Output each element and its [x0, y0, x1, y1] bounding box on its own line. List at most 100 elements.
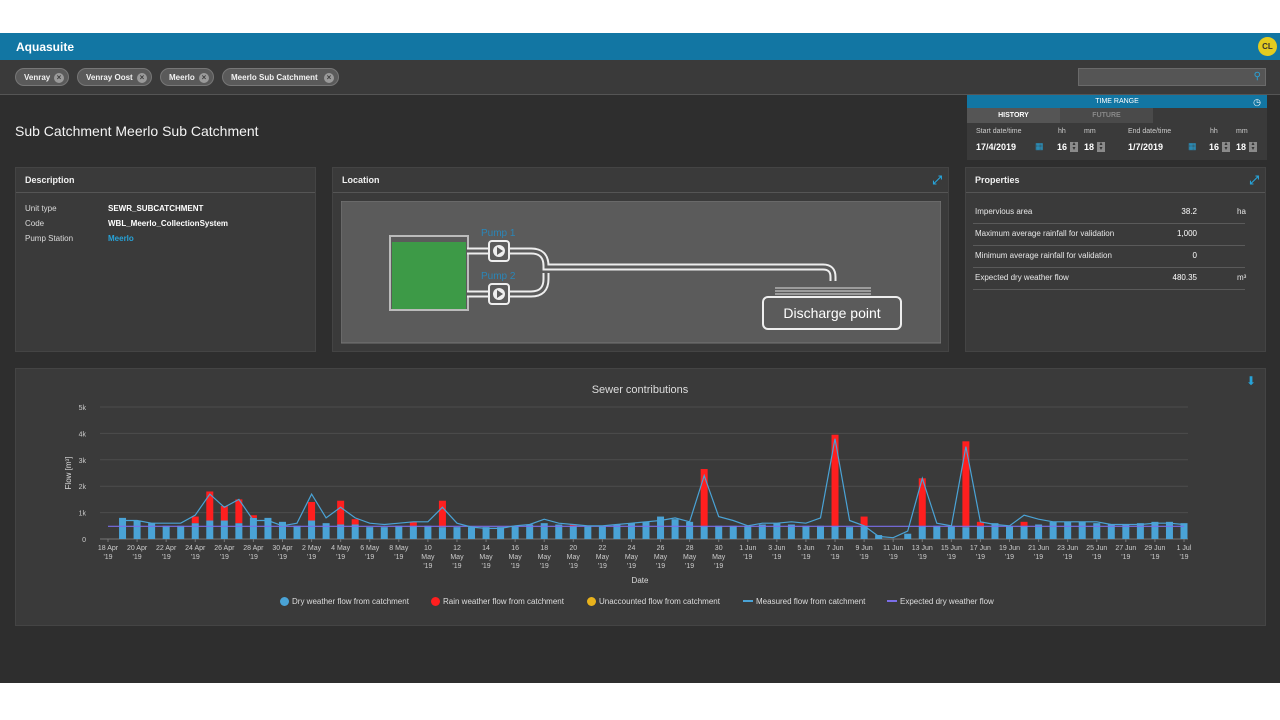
rain-weather-bar — [1020, 521, 1028, 526]
start-hh-label: hh — [1058, 128, 1066, 135]
dry-weather-bar — [816, 525, 824, 539]
x-tick-label: May — [450, 554, 464, 561]
dry-weather-bar — [715, 525, 723, 539]
x-tick-label: '19 — [336, 554, 345, 561]
property-row: Expected dry weather flow 480.35 m³ — [973, 267, 1246, 290]
dry-weather-bar — [1180, 523, 1188, 539]
x-tick-label: 20 — [569, 545, 577, 552]
x-tick-label: 30 Apr — [272, 545, 293, 552]
start-mm-stepper[interactable]: ▴ ▾ — [1097, 141, 1105, 152]
pump2-label: Pump 2 — [481, 271, 516, 282]
x-tick-label: 25 Jun — [1086, 545, 1107, 552]
filter-chip-label: Meerlo — [169, 73, 195, 82]
description-value: SEWR_SUBCATCHMENT — [108, 204, 204, 213]
x-axis-label: Date — [632, 576, 649, 585]
search-icon[interactable]: ⚲ — [1254, 71, 1261, 82]
x-tick-label: 8 May — [389, 545, 409, 552]
search-input[interactable]: ⚲ — [1078, 68, 1266, 86]
property-row: Impervious area 38.2 ha — [973, 201, 1246, 224]
location-panel: Location ⤢ Pump 1 Pump 2 Discharge point — [332, 167, 949, 352]
legend-dry-weather[interactable]: Dry weather flow from catchment — [280, 597, 409, 606]
calendar-icon[interactable]: ▦ — [1188, 141, 1197, 152]
dry-weather-bar — [642, 521, 650, 539]
property-unit: ha — [1237, 207, 1246, 216]
end-date-input[interactable]: 1/7/2019 — [1128, 142, 1163, 152]
x-tick-label: May — [567, 554, 581, 561]
time-range-title: TIME RANGE — [1095, 98, 1139, 105]
dry-weather-bar — [846, 527, 854, 539]
x-tick-label: '19 — [889, 554, 898, 561]
x-tick-label: '19 — [1092, 554, 1101, 561]
legend-unaccounted[interactable]: Unaccounted flow from catchment — [587, 597, 720, 606]
end-hh-input[interactable]: 16 — [1209, 142, 1219, 152]
x-tick-label: 10 — [424, 545, 432, 552]
y-tick-label: 4k — [79, 431, 87, 438]
legend-rain-weather[interactable]: Rain weather flow from catchment — [431, 597, 564, 606]
end-mm-input[interactable]: 18 — [1236, 142, 1246, 152]
dry-weather-bar — [962, 527, 970, 539]
tab-future[interactable]: FUTURE — [1060, 108, 1153, 123]
legend-label: Rain weather flow from catchment — [443, 597, 564, 606]
filter-chip-meerlo[interactable]: Meerlo × — [160, 68, 214, 86]
x-tick-label: '19 — [627, 563, 636, 570]
property-value: 38.2 — [1181, 207, 1197, 216]
start-hh-input[interactable]: 16 — [1057, 142, 1067, 152]
remove-filter-icon[interactable]: × — [54, 73, 64, 83]
pump-station-link[interactable]: Meerlo — [108, 234, 134, 243]
start-date-input[interactable]: 17/4/2019 — [976, 142, 1016, 152]
property-key: Impervious area — [975, 207, 1033, 216]
description-key: Unit type — [25, 204, 57, 213]
x-tick-label: '19 — [220, 554, 229, 561]
rain-weather-bar — [438, 500, 446, 528]
expand-icon[interactable]: ⤢ — [932, 168, 942, 192]
time-range-header: TIME RANGE ◷ — [967, 95, 1267, 108]
avatar[interactable]: CL — [1258, 37, 1277, 56]
dry-weather-bar — [206, 520, 214, 539]
x-tick-label: 20 Apr — [127, 545, 148, 552]
x-tick-label: 12 — [453, 545, 461, 552]
x-tick-label: May — [479, 554, 493, 561]
dry-weather-bar — [584, 525, 592, 539]
x-tick-label: 22 — [598, 545, 606, 552]
dry-weather-bar — [220, 520, 228, 539]
dry-weather-bar — [162, 525, 170, 539]
legend-measured[interactable]: Measured flow from catchment — [743, 597, 865, 606]
x-tick-label: 5 Jun — [797, 545, 814, 552]
dry-weather-bar — [177, 525, 185, 539]
filter-chip-venray-oost[interactable]: Venray Oost × — [77, 68, 152, 86]
start-hh-stepper[interactable]: ▴ ▾ — [1070, 141, 1078, 152]
tab-history[interactable]: HISTORY — [967, 108, 1060, 123]
remove-filter-icon[interactable]: × — [137, 73, 147, 83]
x-tick-label: 4 May — [331, 545, 351, 552]
calendar-icon[interactable]: ▦ — [1035, 141, 1044, 152]
legend-expected[interactable]: Expected dry weather flow — [887, 597, 994, 606]
dry-weather-bar — [1049, 521, 1057, 539]
dry-weather-bar — [438, 527, 446, 539]
x-tick-label: 1 Jul — [1177, 545, 1192, 552]
end-mm-stepper[interactable]: ▴ ▾ — [1249, 141, 1257, 152]
x-tick-label: 29 Jun — [1144, 545, 1165, 552]
legend-line-icon — [887, 600, 897, 602]
page-title: Sub Catchment Meerlo Sub Catchment — [15, 123, 259, 139]
app-title: Aquasuite — [16, 40, 75, 54]
y-axis-label: Flow [m³] — [64, 457, 73, 490]
expand-icon[interactable]: ⤢ — [1249, 168, 1259, 192]
dry-weather-bar — [1136, 523, 1144, 539]
remove-filter-icon[interactable]: × — [199, 73, 209, 83]
filter-chip-venray[interactable]: Venray × — [15, 68, 69, 86]
location-diagram: Pump 1 Pump 2 Discharge point — [341, 201, 941, 344]
dry-weather-bar — [453, 527, 461, 539]
x-tick-label: 18 Apr — [98, 545, 119, 552]
filter-chip-meerlo-sub-catchment[interactable]: Meerlo Sub Catchment × — [222, 68, 339, 86]
end-hh-stepper[interactable]: ▴ ▾ — [1222, 141, 1230, 152]
remove-filter-icon[interactable]: × — [324, 73, 334, 83]
dry-weather-bar — [773, 523, 781, 539]
start-mm-input[interactable]: 18 — [1084, 142, 1094, 152]
x-tick-label: 28 — [686, 545, 694, 552]
properties-header: Properties ⤢ — [966, 168, 1265, 193]
chart-title: Sewer contributions — [592, 384, 689, 396]
dry-weather-bar — [191, 523, 199, 539]
x-tick-label: May — [654, 554, 668, 561]
dry-weather-bar — [947, 525, 955, 539]
dry-weather-bar — [148, 523, 156, 539]
